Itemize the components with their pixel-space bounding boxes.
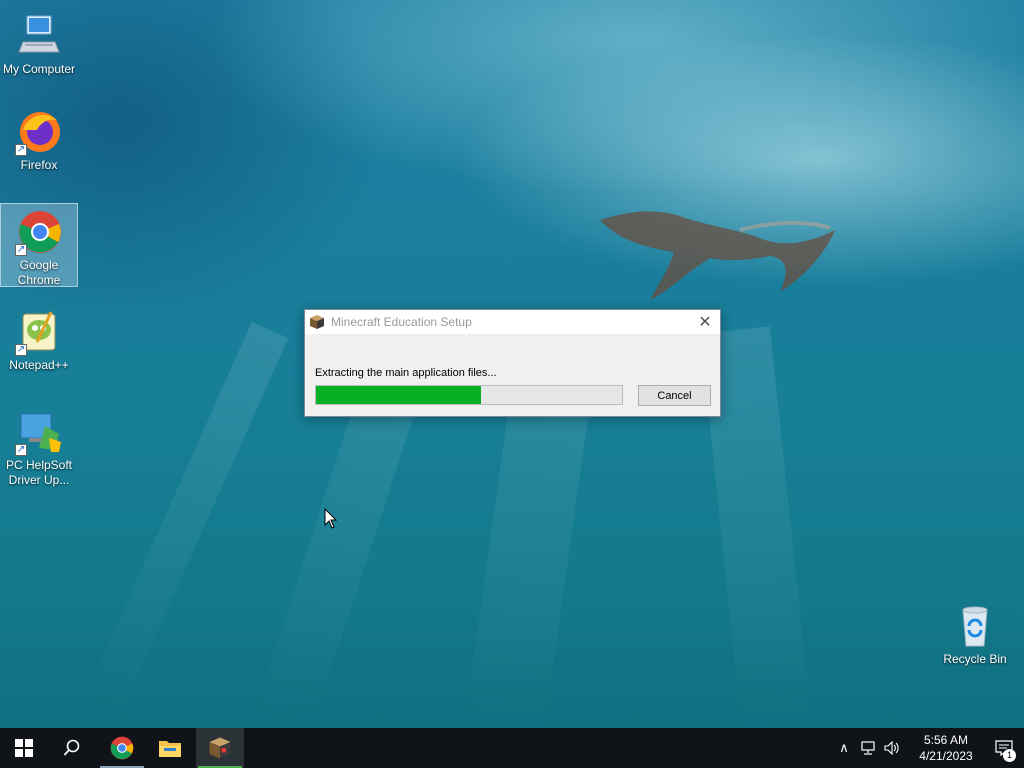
taskbar-file-explorer-button[interactable] [146, 728, 194, 768]
progress-bar [315, 385, 623, 405]
desktop-icon-pc-helpsoft[interactable]: ↗ PC HelpSoft Driver Up... [0, 404, 78, 488]
taskbar-minecraft-setup-button[interactable] [196, 728, 244, 768]
recycle-bin-icon [951, 602, 999, 650]
status-message: Extracting the main application files... [315, 367, 497, 379]
close-button[interactable]: ✕ [690, 310, 720, 334]
dialog-titlebar[interactable]: Minecraft Education Setup ✕ [305, 310, 720, 334]
search-icon [63, 739, 80, 756]
light-ray [80, 321, 289, 722]
minecraft-setup-icon [309, 314, 325, 330]
shortcut-arrow-icon: ↗ [15, 444, 27, 456]
system-tray: ∧ 5:56 AM 4/21/2023 1 [832, 728, 1024, 768]
desktop-icon-google-chrome[interactable]: ↗ Google Chrome [0, 203, 78, 287]
desktop-background: My Computer ↗ Firefox ↗ Google Chrome ↗ … [0, 0, 1024, 728]
mouse-cursor-icon [324, 508, 338, 529]
desktop-icon-label: Notepad++ [9, 358, 69, 372]
volume-button[interactable] [880, 728, 904, 768]
shortcut-arrow-icon: ↗ [15, 144, 27, 156]
file-explorer-icon [159, 741, 181, 757]
desktop-icon-firefox[interactable]: ↗ Firefox [0, 104, 78, 176]
setup-dialog: Minecraft Education Setup ✕ Extracting t… [304, 309, 721, 417]
show-hidden-icons-button[interactable]: ∧ [832, 728, 856, 768]
computer-icon [15, 12, 63, 60]
close-icon: ✕ [698, 314, 712, 331]
firefox-icon: ↗ [15, 108, 63, 156]
pc-helpsoft-icon: ↗ [15, 408, 63, 456]
minecraft-setup-icon [209, 737, 231, 759]
clock-time: 5:56 AM [923, 733, 969, 747]
chevron-up-icon: ∧ [839, 740, 849, 755]
cancel-button[interactable]: Cancel [638, 385, 711, 406]
desktop-icon-label: Recycle Bin [943, 652, 1007, 666]
notification-count-badge: 1 [1003, 749, 1016, 762]
shortcut-arrow-icon: ↗ [15, 344, 27, 356]
progress-bar-fill [316, 386, 482, 404]
speaker-icon [884, 741, 899, 755]
search-button[interactable] [48, 728, 96, 768]
desktop-icon-my-computer[interactable]: My Computer [0, 8, 78, 78]
chrome-icon: ↗ [15, 208, 63, 256]
start-button[interactable] [0, 728, 48, 768]
network-button[interactable] [856, 728, 880, 768]
clock[interactable]: 5:56 AM 4/21/2023 [908, 732, 984, 764]
desktop-icon-label: PC HelpSoft Driver Up... [5, 458, 73, 487]
desktop-icon-notepad-plus-plus[interactable]: ↗ Notepad++ [0, 304, 78, 376]
shortcut-arrow-icon: ↗ [15, 244, 27, 256]
desktop-icon-label: My Computer [2, 62, 76, 76]
action-center-button[interactable]: 1 [984, 728, 1024, 768]
chrome-icon [110, 736, 134, 760]
taskbar: ∧ 5:56 AM 4/21/2023 1 [0, 728, 1024, 768]
start-icon [15, 739, 33, 757]
desktop-icon-label: Firefox [20, 158, 58, 172]
desktop-icon-label: Google Chrome [17, 258, 61, 287]
network-icon [861, 741, 875, 755]
swimmer-image [600, 211, 835, 300]
clock-date: 4/21/2023 [919, 749, 973, 763]
desktop-icon-recycle-bin[interactable]: Recycle Bin [936, 598, 1014, 670]
taskbar-chrome-button[interactable] [98, 728, 146, 768]
dialog-title: Minecraft Education Setup [331, 315, 472, 329]
notepad-plus-plus-icon: ↗ [15, 308, 63, 356]
